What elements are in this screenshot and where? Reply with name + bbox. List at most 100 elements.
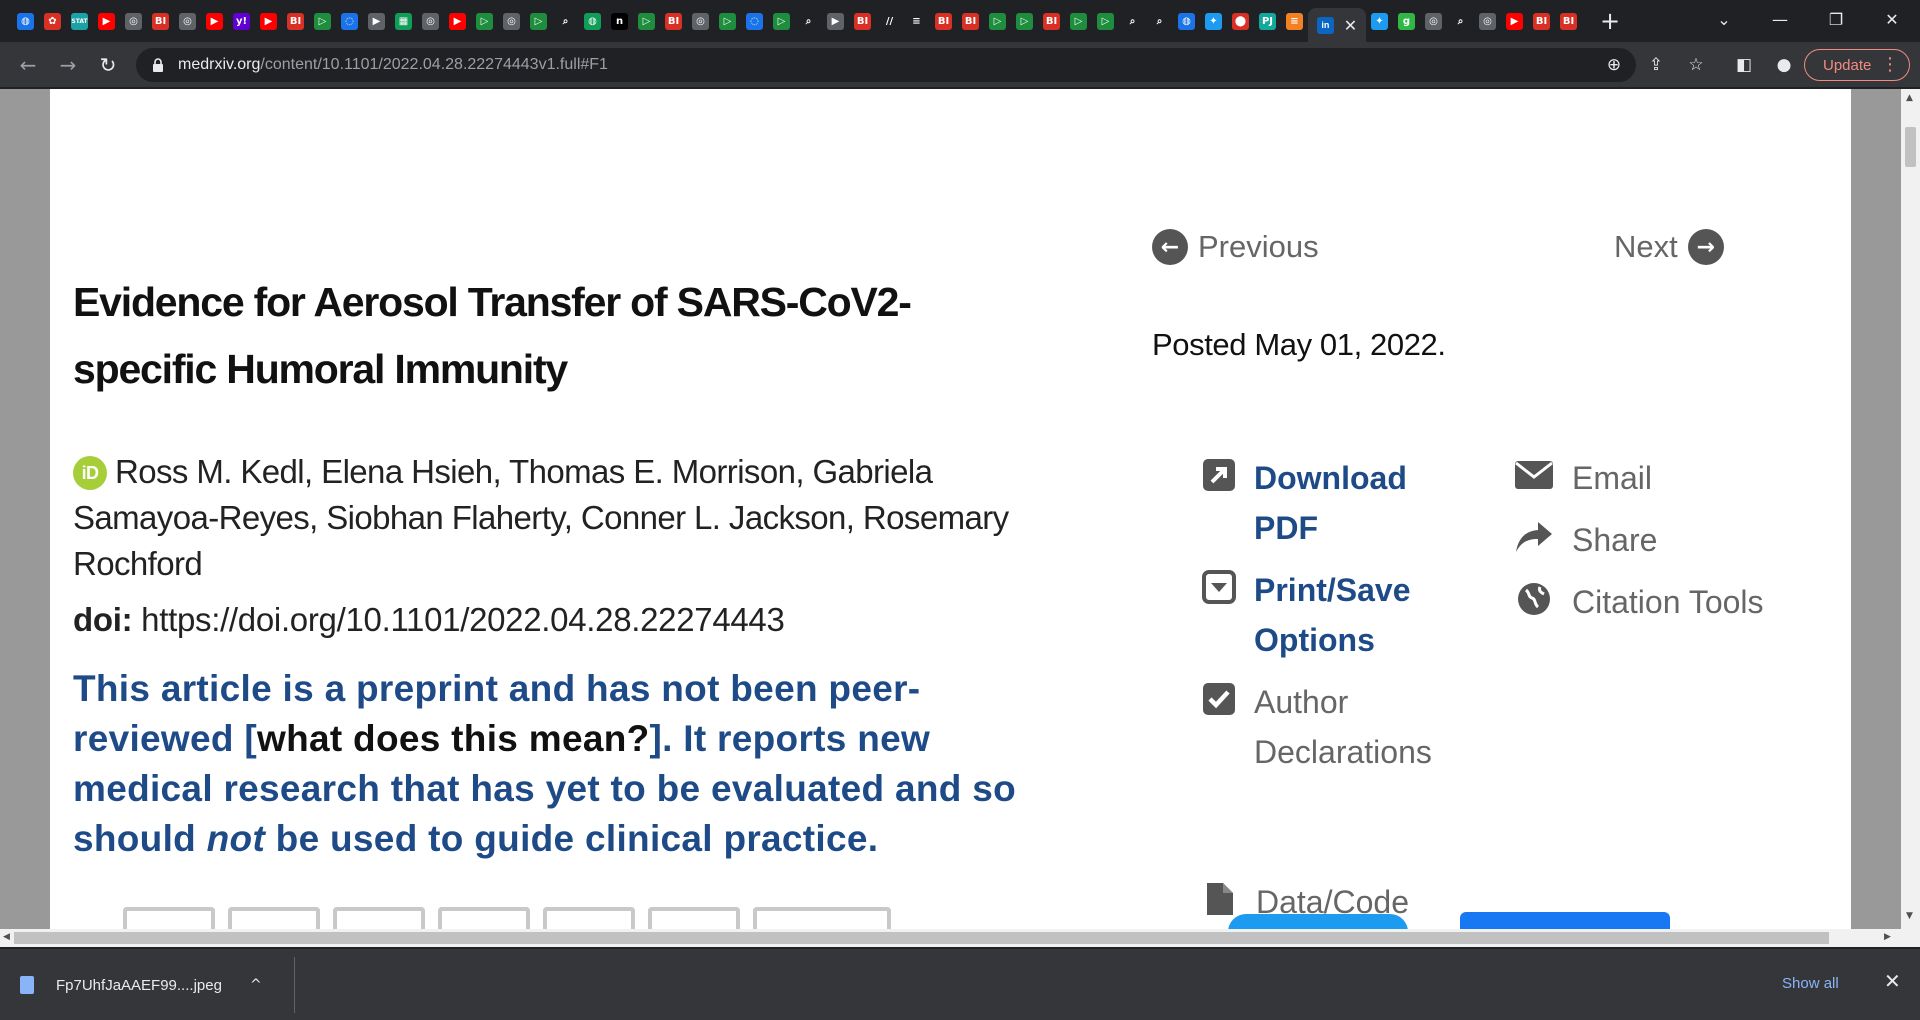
vertical-scroll-thumb[interactable]: [1905, 127, 1916, 167]
tab[interactable]: STAT: [66, 8, 93, 34]
reload-icon[interactable]: ↻: [94, 51, 122, 79]
next-link[interactable]: Next →: [1614, 229, 1724, 265]
tab[interactable]: ▷: [1065, 8, 1092, 34]
share-link[interactable]: Share: [1514, 515, 1657, 565]
vertical-scrollbar[interactable]: ▲ ▼: [1901, 89, 1920, 929]
tab[interactable]: ▦: [390, 8, 417, 34]
tab[interactable]: ▷: [309, 8, 336, 34]
tab[interactable]: ⬤: [1227, 8, 1254, 34]
tab[interactable]: ✦: [1366, 8, 1393, 34]
tab[interactable]: ◎: [498, 8, 525, 34]
metric-box[interactable]: [228, 907, 320, 929]
what-does-this-mean-link[interactable]: what does this mean?: [257, 718, 650, 759]
tab[interactable]: ◍: [12, 8, 39, 34]
close-tab-icon[interactable]: ✕: [1344, 16, 1357, 35]
menu-dots-icon[interactable]: ⋮: [1881, 54, 1899, 75]
tab[interactable]: n: [606, 8, 633, 34]
address-bar[interactable]: medrxiv.org/content/10.1101/2022.04.28.2…: [136, 48, 1636, 82]
metric-box[interactable]: [333, 907, 425, 929]
tweet-button[interactable]: [1228, 914, 1408, 929]
tab[interactable]: ◎: [174, 8, 201, 34]
tab[interactable]: ◍: [579, 8, 606, 34]
tab[interactable]: ▷: [525, 8, 552, 34]
active-tab[interactable]: in ✕: [1308, 8, 1366, 42]
tab[interactable]: ▶: [363, 8, 390, 34]
tab[interactable]: ▶: [444, 8, 471, 34]
tab[interactable]: g: [1393, 8, 1420, 34]
previous-link[interactable]: ← Previous: [1152, 229, 1319, 265]
orcid-icon[interactable]: iD: [73, 456, 107, 490]
tab[interactable]: ⌕: [1447, 8, 1474, 34]
scroll-left-icon[interactable]: ◀: [3, 932, 10, 942]
tab[interactable]: ◎: [417, 8, 444, 34]
tab[interactable]: ✦: [1200, 8, 1227, 34]
url-text[interactable]: medrxiv.org/content/10.1101/2022.04.28.2…: [178, 56, 608, 74]
tab[interactable]: ▷: [1011, 8, 1038, 34]
tab[interactable]: BI: [957, 8, 984, 34]
profile-icon[interactable]: ●: [1774, 55, 1794, 75]
tab[interactable]: BI: [282, 8, 309, 34]
tab[interactable]: PJ: [1254, 8, 1281, 34]
tab[interactable]: ▶: [1501, 8, 1528, 34]
tab-search-icon[interactable]: ⌄: [1696, 0, 1752, 38]
tab[interactable]: BI: [930, 8, 957, 34]
metric-box[interactable]: [438, 907, 530, 929]
tab[interactable]: ▶: [255, 8, 282, 34]
update-button[interactable]: Update ⋮: [1804, 49, 1910, 81]
zoom-icon[interactable]: ⊕: [1604, 55, 1624, 75]
metric-box[interactable]: [648, 907, 740, 929]
tab[interactable]: ▶: [822, 8, 849, 34]
tab[interactable]: ◍: [1173, 8, 1200, 34]
tab[interactable]: ◎: [687, 8, 714, 34]
show-all-button[interactable]: Show all: [1782, 975, 1839, 992]
close-downloads-icon[interactable]: ✕: [1884, 969, 1901, 993]
tab[interactable]: ▶: [201, 8, 228, 34]
scroll-up-icon[interactable]: ▲: [1906, 93, 1913, 103]
download-pdf-link[interactable]: Download PDF: [1202, 453, 1442, 553]
metric-box[interactable]: [543, 907, 635, 929]
tab[interactable]: BI: [1528, 8, 1555, 34]
scroll-right-icon[interactable]: ▶: [1884, 932, 1891, 942]
metric-box[interactable]: [753, 907, 891, 929]
tab[interactable]: y!: [228, 8, 255, 34]
tab[interactable]: ✿: [39, 8, 66, 34]
tab[interactable]: ▷: [471, 8, 498, 34]
close-window-icon[interactable]: ✕: [1864, 0, 1920, 38]
tab[interactable]: ⌕: [552, 8, 579, 34]
tab[interactable]: BI: [849, 8, 876, 34]
tab[interactable]: ◎: [120, 8, 147, 34]
tab[interactable]: ◎: [1420, 8, 1447, 34]
citation-tools-link[interactable]: Citation Tools: [1514, 577, 1764, 627]
tab[interactable]: ▷: [768, 8, 795, 34]
tab[interactable]: ▶: [93, 8, 120, 34]
bookmark-star-icon[interactable]: ☆: [1686, 55, 1706, 75]
back-icon[interactable]: ←: [14, 51, 42, 79]
tab[interactable]: //: [876, 8, 903, 34]
tab[interactable]: ▷: [1092, 8, 1119, 34]
print-save-link[interactable]: Print/Save Options: [1202, 565, 1432, 665]
authors-text[interactable]: Ross M. Kedl, Elena Hsieh, Thomas E. Mor…: [73, 453, 1009, 582]
tab[interactable]: ⌕: [1146, 8, 1173, 34]
restore-icon[interactable]: ❐: [1808, 0, 1864, 38]
tab[interactable]: BI: [660, 8, 687, 34]
tab[interactable]: ▷: [714, 8, 741, 34]
tab[interactable]: ≡: [903, 8, 930, 34]
horizontal-scrollbar[interactable]: ◀ ▶: [0, 929, 1920, 947]
tab[interactable]: ▷: [984, 8, 1011, 34]
email-link[interactable]: Email: [1514, 453, 1652, 503]
tab[interactable]: ⌕: [1119, 8, 1146, 34]
tab[interactable]: ◌: [336, 8, 363, 34]
tab[interactable]: ◎: [1474, 8, 1501, 34]
tab[interactable]: BI: [147, 8, 174, 34]
side-panel-icon[interactable]: ◧: [1734, 55, 1754, 75]
forward-icon[interactable]: →: [54, 51, 82, 79]
share-page-icon[interactable]: ⇪: [1646, 55, 1666, 75]
tab[interactable]: BI: [1555, 8, 1582, 34]
scroll-down-icon[interactable]: ▼: [1906, 911, 1913, 921]
tab[interactable]: BI: [1038, 8, 1065, 34]
tab[interactable]: ▷: [633, 8, 660, 34]
tab[interactable]: ⌕: [795, 8, 822, 34]
doi-link[interactable]: https://doi.org/10.1101/2022.04.28.22274…: [141, 601, 785, 638]
chevron-up-icon[interactable]: ^: [250, 977, 262, 993]
minimize-icon[interactable]: —: [1752, 0, 1808, 38]
